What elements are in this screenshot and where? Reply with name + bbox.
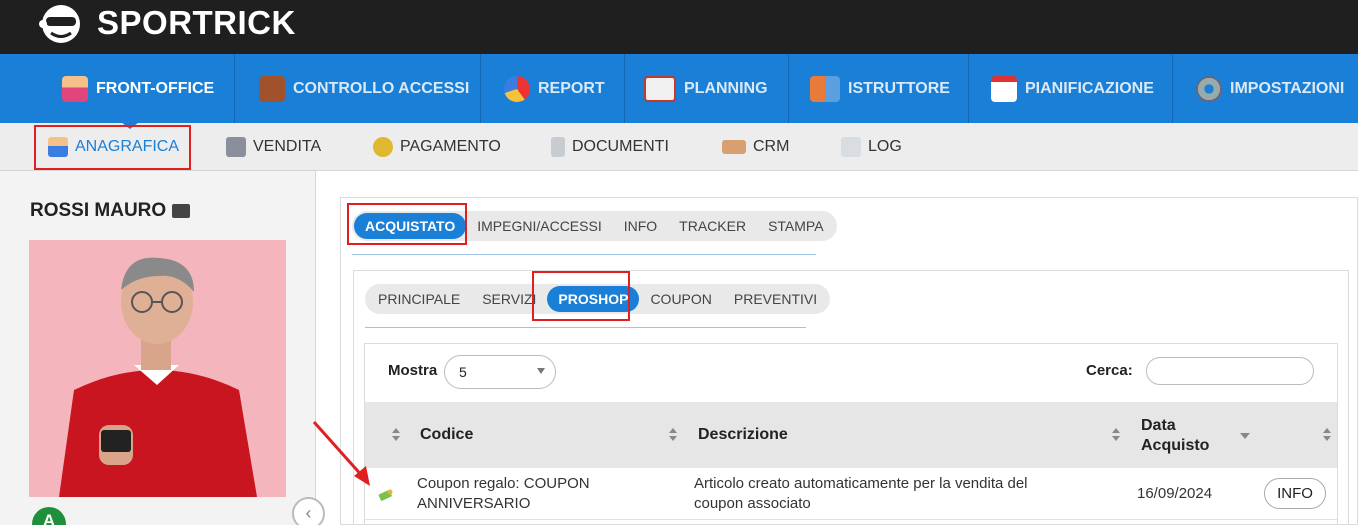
cell-codice-line2: ANNIVERSARIO (417, 495, 531, 512)
chevron-down-icon (537, 368, 545, 374)
subnav-label: DOCUMENTI (572, 138, 669, 155)
cell-codice-line1: Coupon regalo: COUPON (417, 475, 590, 492)
annotation-arrow-icon (312, 421, 370, 486)
page-size-value: 5 (459, 364, 467, 380)
header-codice[interactable]: Codice (420, 426, 473, 444)
nav-label: PLANNING (684, 79, 768, 97)
nav-divider (234, 54, 235, 123)
info-button[interactable]: INFO (1264, 478, 1326, 509)
subnav-vendita[interactable]: VENDITA (226, 123, 321, 171)
group-icon (810, 75, 840, 102)
tab-preventivi[interactable]: PREVENTIVI (723, 286, 828, 312)
coupon-item-icon (378, 489, 393, 501)
search-input[interactable] (1146, 357, 1314, 385)
cell-data-acquisto: 16/09/2024 (1137, 485, 1213, 502)
note-icon (841, 137, 861, 157)
tab-info[interactable]: INFO (613, 213, 668, 239)
calendar-grid-icon (644, 75, 676, 102)
nav-divider (480, 54, 481, 123)
logo[interactable]: SPORTRICK (37, 0, 296, 46)
tab-underline (352, 254, 816, 255)
header-descrizione[interactable]: Descrizione (698, 426, 788, 444)
nav-label: CONTROLLO ACCESSI (293, 79, 470, 97)
door-icon (259, 75, 285, 102)
nav-label: PIANIFICAZIONE (1025, 79, 1154, 97)
top-bar: SPORTRICK (0, 0, 1358, 54)
collapse-sidebar-button[interactable]: ‹ (292, 497, 325, 525)
customer-name: ROSSI MAURO (30, 200, 191, 222)
page-size-select[interactable]: 5 (444, 355, 556, 389)
document-icon (551, 137, 565, 157)
subnav-label: CRM (753, 138, 790, 155)
subnav-label: LOG (868, 138, 902, 155)
tab-tracker[interactable]: TRACKER (668, 213, 757, 239)
highlight-anagrafica (34, 125, 191, 170)
tab-stampa[interactable]: STAMPA (757, 213, 835, 239)
header-data-acquisto[interactable]: Data Acquisto (1141, 416, 1209, 456)
cell-descrizione-line2: coupon associato (694, 495, 811, 512)
cloud-icon[interactable] (172, 204, 191, 218)
header-data-line1: Data (1141, 417, 1176, 434)
highlight-proshop (532, 271, 630, 321)
coin-icon (373, 137, 393, 157)
cell-descrizione-line1: Articolo creato automaticamente per la v… (694, 475, 1028, 492)
subnav-crm[interactable]: CRM (722, 123, 789, 171)
sort-icon[interactable] (669, 428, 677, 442)
highlight-acquistato (347, 203, 467, 245)
nav-divider (1172, 54, 1173, 123)
calendar-icon (991, 75, 1017, 102)
cell-codice: Coupon regalo: COUPON ANNIVERSARIO (417, 474, 590, 514)
mascot-logo-icon (39, 5, 80, 43)
nav-divider (968, 54, 969, 123)
sort-icon[interactable] (392, 428, 400, 442)
nav-front-office[interactable]: FRONT-OFFICE (62, 54, 214, 123)
subnav-label: VENDITA (253, 138, 322, 155)
tab-principale[interactable]: PRINCIPALE (367, 286, 471, 312)
pie-chart-icon (504, 75, 530, 102)
nav-label: REPORT (538, 79, 605, 97)
header-data-line2: Acquisto (1141, 437, 1210, 454)
subnav-label: PAGAMENTO (400, 138, 501, 155)
nav-report[interactable]: REPORT (504, 54, 605, 123)
nav-impostazioni[interactable]: IMPOSTAZIONI (1196, 54, 1344, 123)
user-icon (62, 75, 88, 102)
cash-register-icon (226, 137, 246, 157)
sort-desc-icon[interactable] (1240, 433, 1250, 439)
sort-icon[interactable] (1323, 428, 1331, 442)
nav-planning[interactable]: PLANNING (644, 54, 768, 123)
sort-icon[interactable] (1112, 428, 1120, 442)
nav-divider (624, 54, 625, 123)
nav-pianificazione[interactable]: PIANIFICAZIONE (991, 54, 1154, 123)
nav-istruttore[interactable]: ISTRUTTORE (810, 54, 950, 123)
nav-label: IMPOSTAZIONI (1230, 79, 1345, 97)
nav-label: FRONT-OFFICE (96, 79, 215, 97)
brand-name: SPORTRICK (97, 4, 296, 41)
subnav-documenti[interactable]: DOCUMENTI (551, 123, 669, 171)
nav-label: ISTRUTTORE (848, 79, 950, 97)
chevron-left-icon: ‹ (305, 503, 312, 523)
main-nav: FRONT-OFFICE CONTROLLO ACCESSI REPORT PL… (0, 54, 1358, 123)
subnav-log[interactable]: LOG (841, 123, 902, 171)
tab-coupon[interactable]: COUPON (639, 286, 722, 312)
handshake-icon (722, 140, 746, 154)
tab-impegni-accessi[interactable]: IMPEGNI/ACCESSI (466, 213, 612, 239)
customer-name-text: ROSSI MAURO (30, 200, 167, 221)
cell-descrizione: Articolo creato automaticamente per la v… (694, 474, 1028, 514)
show-label: Mostra (388, 362, 438, 379)
nav-divider (788, 54, 789, 123)
person-illustration (29, 240, 286, 497)
tab-underline (365, 327, 806, 328)
gear-icon (1196, 75, 1222, 102)
nav-controllo-accessi[interactable]: CONTROLLO ACCESSI (259, 54, 469, 123)
search-label: Cerca: (1086, 362, 1133, 379)
customer-photo (29, 240, 286, 497)
sub-nav: ANAGRAFICA VENDITA PAGAMENTO DOCUMENTI C… (0, 122, 1358, 171)
subnav-pagamento[interactable]: PAGAMENTO (373, 123, 501, 171)
